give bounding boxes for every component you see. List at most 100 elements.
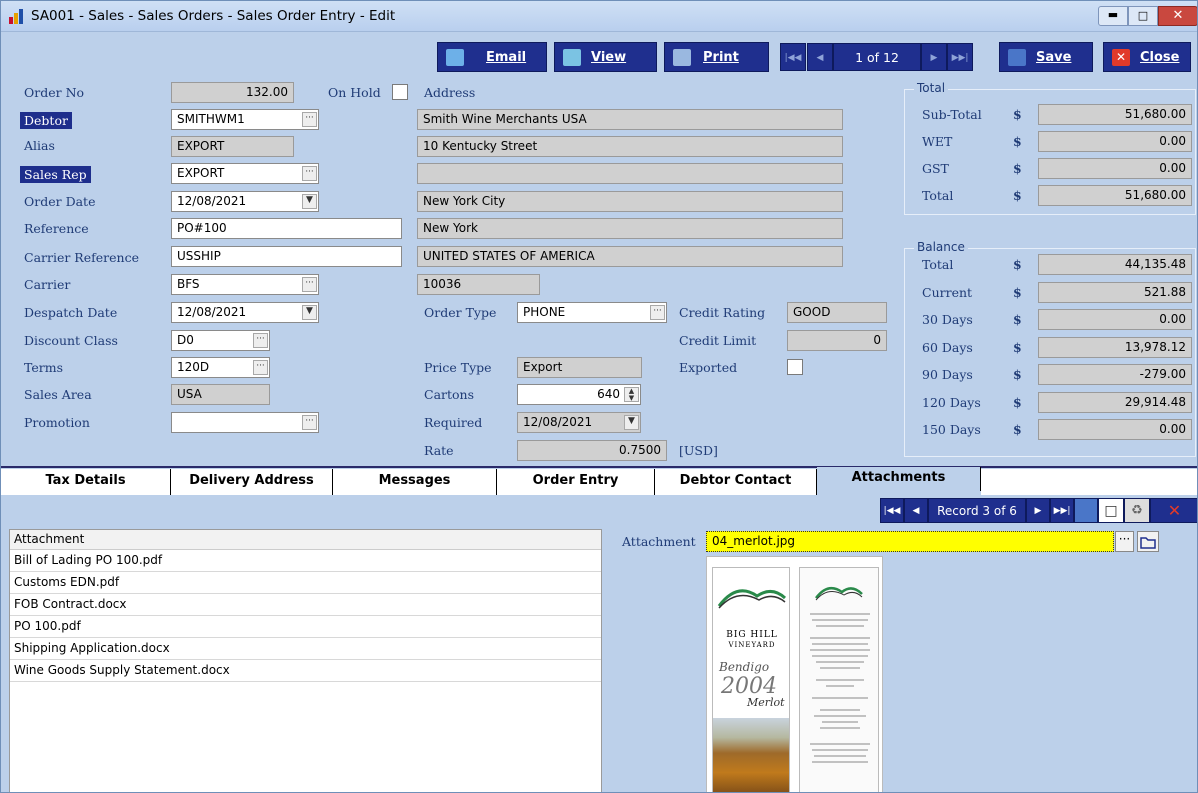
carrier-field[interactable]: BFS ··· bbox=[171, 274, 319, 295]
close-button[interactable]: ✕ Close bbox=[1103, 42, 1191, 72]
total-row-value[interactable]: 0.00 bbox=[1038, 131, 1192, 152]
reference-field[interactable]: PO#100 bbox=[171, 218, 402, 239]
list-item[interactable]: FOB Contract.docx bbox=[10, 594, 601, 616]
minimize-button[interactable]: ▬ bbox=[1098, 6, 1128, 26]
sales-area-label: Sales Area bbox=[24, 387, 92, 402]
required-date-dropdown-icon[interactable]: ▼ bbox=[624, 415, 639, 430]
address-line-5[interactable]: New York bbox=[417, 218, 843, 239]
attachment-column-header[interactable]: Attachment bbox=[10, 530, 601, 550]
debtor-label[interactable]: Debtor bbox=[20, 112, 72, 129]
order-type-field[interactable]: PHONE ··· bbox=[517, 302, 667, 323]
balance-row-value[interactable]: -279.00 bbox=[1038, 364, 1192, 385]
tab-tax-details[interactable]: Tax Details bbox=[1, 469, 171, 495]
sales-area-field[interactable]: USA bbox=[171, 384, 270, 405]
cancel-attachment-icon[interactable]: ✕ bbox=[1150, 498, 1197, 523]
print-button[interactable]: Print bbox=[664, 42, 769, 72]
email-button[interactable]: Email bbox=[437, 42, 547, 72]
terms-lookup-button[interactable]: ··· bbox=[253, 360, 268, 375]
email-icon bbox=[446, 49, 464, 66]
rate-field[interactable]: 0.7500 bbox=[517, 440, 667, 461]
order-date-field[interactable]: 12/08/2021 ▼ bbox=[171, 191, 319, 212]
promotion-lookup-button[interactable]: ··· bbox=[302, 415, 317, 430]
view-button[interactable]: View bbox=[554, 42, 657, 72]
total-row-label: GST bbox=[922, 161, 949, 176]
tab-debtor-contact[interactable]: Debtor Contact bbox=[655, 469, 817, 495]
order-no-field[interactable]: 132.00 bbox=[171, 82, 294, 103]
cartons-stepper[interactable]: 640 ▲ ▼ bbox=[517, 384, 641, 405]
total-row-value[interactable]: 0.00 bbox=[1038, 158, 1192, 179]
exported-checkbox[interactable] bbox=[787, 359, 803, 375]
sales-rep-field[interactable]: EXPORT ··· bbox=[171, 163, 319, 184]
cartons-spin-icon[interactable]: ▲ ▼ bbox=[624, 387, 639, 402]
on-hold-checkbox[interactable] bbox=[392, 84, 408, 100]
balance-row-label: 120 Days bbox=[922, 394, 981, 410]
promotion-field[interactable]: ··· bbox=[171, 412, 319, 433]
total-row-value[interactable]: 51,680.00 bbox=[1038, 185, 1192, 206]
list-item[interactable]: PO 100.pdf bbox=[10, 616, 601, 638]
balance-row-value[interactable]: 0.00 bbox=[1038, 309, 1192, 330]
required-date-field[interactable]: 12/08/2021 ▼ bbox=[517, 412, 641, 433]
despatch-date-field[interactable]: 12/08/2021 ▼ bbox=[171, 302, 319, 323]
order-date-dropdown-icon[interactable]: ▼ bbox=[302, 194, 317, 209]
tab-messages[interactable]: Messages bbox=[333, 469, 497, 495]
sales-rep-lookup-button[interactable]: ··· bbox=[302, 166, 317, 181]
last-attachment-button[interactable]: ▶▶| bbox=[1050, 498, 1074, 523]
address-line-6[interactable]: UNITED STATES OF AMERICA bbox=[417, 246, 843, 267]
carrier-lookup-button[interactable]: ··· bbox=[302, 277, 317, 292]
previous-attachment-button[interactable]: ◀ bbox=[904, 498, 928, 523]
tab-delivery-address[interactable]: Delivery Address bbox=[171, 469, 333, 495]
list-item[interactable]: Wine Goods Supply Statement.docx bbox=[10, 660, 601, 682]
address-line-4[interactable]: New York City bbox=[417, 191, 843, 212]
close-window-button[interactable]: ✕ bbox=[1158, 6, 1197, 26]
last-record-button[interactable]: ▶▶| bbox=[947, 43, 973, 71]
first-record-button[interactable]: |◀◀ bbox=[780, 43, 806, 71]
promotion-label: Promotion bbox=[24, 415, 90, 430]
new-attachment-icon[interactable]: □ bbox=[1098, 498, 1124, 523]
balance-row-value[interactable]: 0.00 bbox=[1038, 419, 1192, 440]
next-record-button[interactable]: ▶ bbox=[921, 43, 947, 71]
total-row-value[interactable]: 51,680.00 bbox=[1038, 104, 1192, 125]
previous-record-button[interactable]: ◀ bbox=[807, 43, 833, 71]
folder-open-icon[interactable] bbox=[1137, 531, 1159, 552]
app-window: SA001 - Sales - Sales Orders - Sales Ord… bbox=[0, 0, 1198, 793]
first-attachment-button[interactable]: |◀◀ bbox=[880, 498, 904, 523]
reference-label: Reference bbox=[24, 221, 89, 236]
credit-rating-field[interactable]: GOOD bbox=[787, 302, 887, 323]
sales-rep-label[interactable]: Sales Rep bbox=[20, 166, 91, 183]
balance-row-label: 90 Days bbox=[922, 367, 973, 382]
discount-class-field[interactable]: D0 ··· bbox=[171, 330, 270, 351]
tab-order-entry[interactable]: Order Entry bbox=[497, 469, 655, 495]
wine-label-front: BIG HILL VINEYARD Bendigo 2004 Merlot bbox=[712, 567, 790, 792]
despatch-date-dropdown-icon[interactable]: ▼ bbox=[302, 305, 317, 320]
save-button[interactable]: Save bbox=[999, 42, 1093, 72]
balance-row-value[interactable]: 29,914.48 bbox=[1038, 391, 1192, 413]
price-type-field[interactable]: Export bbox=[517, 357, 642, 378]
alias-field[interactable]: EXPORT bbox=[171, 136, 294, 157]
list-item[interactable]: Bill of Lading PO 100.pdf bbox=[10, 550, 601, 572]
carrier-reference-field[interactable]: USSHIP bbox=[171, 246, 402, 267]
postcode-field[interactable]: 10036 bbox=[417, 274, 540, 295]
balance-row-value[interactable]: 44,135.48 bbox=[1038, 254, 1192, 275]
list-item[interactable]: Customs EDN.pdf bbox=[10, 572, 601, 594]
terms-field[interactable]: 120D ··· bbox=[171, 357, 270, 378]
address-line-2[interactable]: 10 Kentucky Street bbox=[417, 136, 843, 157]
next-attachment-button[interactable]: ▶ bbox=[1026, 498, 1050, 523]
balance-row-value[interactable]: 13,978.12 bbox=[1038, 336, 1192, 358]
debtor-field[interactable]: SMITHWM1 ··· bbox=[171, 109, 319, 130]
debtor-lookup-button[interactable]: ··· bbox=[302, 112, 317, 127]
attachment-browse-button[interactable]: ··· bbox=[1115, 531, 1134, 552]
address-line-1[interactable]: Smith Wine Merchants USA bbox=[417, 109, 843, 130]
list-item[interactable]: Shipping Application.docx bbox=[10, 638, 601, 660]
credit-limit-field[interactable]: 0 bbox=[787, 330, 887, 351]
maximize-button[interactable]: □ bbox=[1128, 6, 1158, 26]
save-attachment-icon[interactable] bbox=[1074, 498, 1098, 523]
tab-attachments[interactable]: Attachments bbox=[817, 467, 981, 491]
terms-label: Terms bbox=[24, 360, 64, 375]
delete-attachment-icon[interactable]: ♻ bbox=[1124, 498, 1150, 523]
discount-class-lookup-button[interactable]: ··· bbox=[253, 333, 268, 348]
order-type-lookup-button[interactable]: ··· bbox=[650, 305, 665, 320]
balance-currency-symbol: $ bbox=[1013, 284, 1022, 300]
attachment-field[interactable]: 04_merlot.jpg bbox=[706, 531, 1114, 552]
balance-row-value[interactable]: 521.88 bbox=[1038, 281, 1192, 303]
address-line-3[interactable] bbox=[417, 163, 843, 184]
